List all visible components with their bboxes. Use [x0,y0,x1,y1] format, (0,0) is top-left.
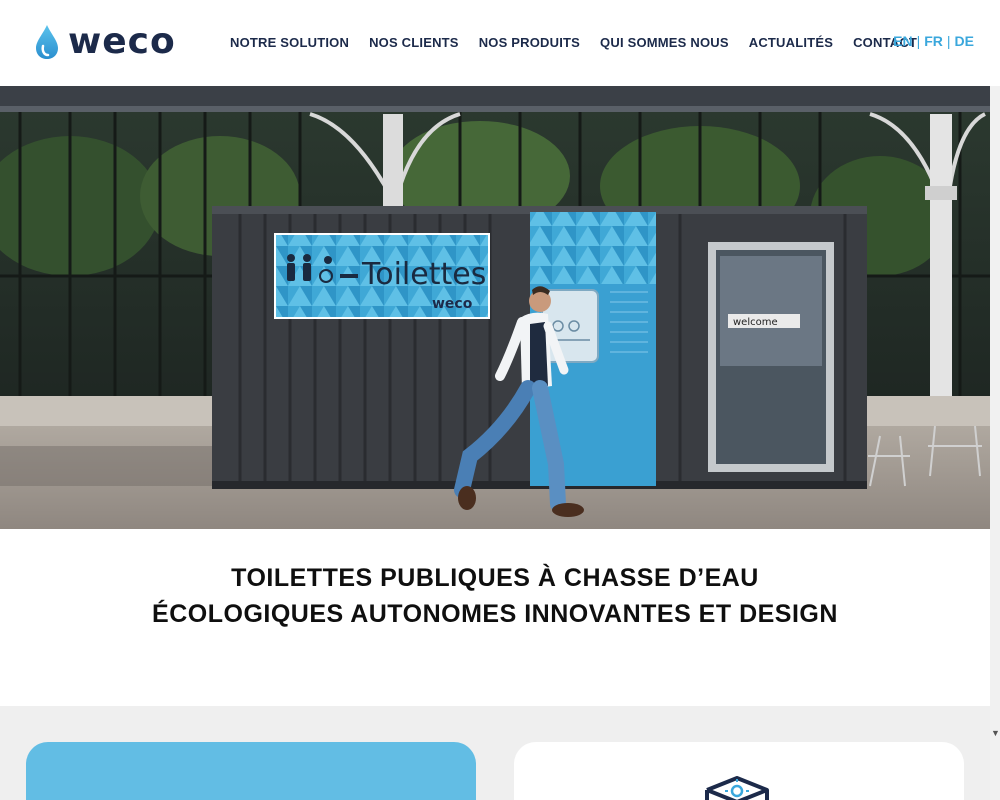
box-icon [705,776,769,800]
nav-item-notre-solution[interactable]: NOTRE SOLUTION [220,34,359,52]
hero-image: Toilettes weco welcome [0,86,990,529]
logo-text: weco [68,21,176,62]
lang-separator: | [946,33,951,49]
lang-en[interactable]: EN [893,33,912,49]
chevron-down-icon[interactable]: ▼ [991,728,1000,738]
hero-sign-brand: weco [432,296,473,312]
nav-item-qui-sommes-nous[interactable]: QUI SOMMES NOUS [590,34,739,52]
tagline: TOILETTES PUBLIQUES À CHASSE D’EAU ÉCOLO… [0,560,990,632]
water-drop-icon [36,25,58,59]
lang-separator: | [916,33,921,49]
main-nav: NOTRE SOLUTION NOS CLIENTS NOS PRODUITS … [220,34,927,52]
lang-fr[interactable]: FR [924,33,943,49]
tagline-line-1: TOILETTES PUBLIQUES À CHASSE D’EAU [231,564,759,592]
site-header: weco NOTRE SOLUTION NOS CLIENTS NOS PROD… [0,0,1000,86]
logo-link[interactable]: weco [34,22,194,62]
nav-item-actualites[interactable]: ACTUALITÉS [739,34,843,52]
hero-photo: Toilettes weco welcome [0,86,990,529]
language-switcher: EN | FR | DE [893,33,974,49]
feature-card-blue[interactable] [26,742,476,800]
nav-item-nos-clients[interactable]: NOS CLIENTS [359,34,469,52]
tagline-line-2: ÉCOLOGIQUES AUTONOMES INNOVANTES ET DESI… [152,600,838,628]
hero-sign-text: Toilettes [361,257,486,292]
page-scrollbar[interactable] [990,86,1000,800]
hero-door-text: welcome [733,317,778,328]
nav-item-nos-produits[interactable]: NOS PRODUITS [469,34,590,52]
lang-de[interactable]: DE [955,33,974,49]
